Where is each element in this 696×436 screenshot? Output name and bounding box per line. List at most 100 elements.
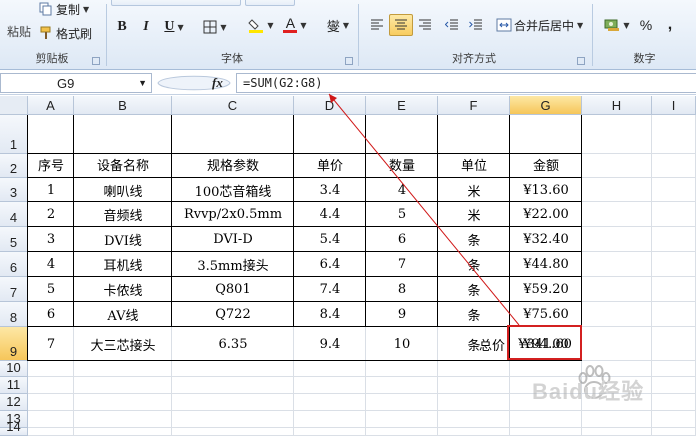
table-cell[interactable]: 7: [366, 252, 438, 277]
table-cell[interactable]: 喇叭线: [74, 178, 172, 202]
table-cell[interactable]: 3.4: [294, 178, 366, 202]
table-cell[interactable]: 米: [438, 202, 510, 227]
table-cell[interactable]: 6.35: [172, 327, 294, 361]
chevron-down-icon[interactable]: ▼: [138, 78, 147, 88]
table-cell[interactable]: Q801: [172, 277, 294, 302]
font-color-button[interactable]: A ▼: [279, 14, 311, 36]
align-left-button[interactable]: [365, 14, 389, 36]
copy-button[interactable]: 复制 ▼: [38, 0, 100, 18]
table-header-cell[interactable]: 序号: [28, 154, 74, 178]
table-cell[interactable]: 10: [366, 327, 438, 361]
row-header-11[interactable]: 11: [0, 377, 28, 394]
column-header-g[interactable]: G: [510, 96, 582, 115]
table-cell[interactable]: Q722: [172, 302, 294, 327]
formula-input[interactable]: =SUM(G2:G8): [236, 73, 696, 93]
table-cell[interactable]: ¥75.60: [510, 302, 582, 327]
borders-button[interactable]: ▼: [199, 16, 231, 38]
row-header-3[interactable]: 3: [0, 178, 28, 202]
table-cell[interactable]: ¥32.40: [510, 227, 582, 252]
table-header-cell[interactable]: 设备名称: [74, 154, 172, 178]
table-cell[interactable]: 6.4: [294, 252, 366, 277]
table-cell[interactable]: 2: [28, 202, 74, 227]
merge-center-button[interactable]: 合并后居中 ▼: [495, 14, 587, 36]
clipboard-launcher-icon[interactable]: [92, 57, 100, 65]
table-cell[interactable]: 6: [366, 227, 438, 252]
row-header-7[interactable]: 7: [0, 277, 28, 302]
increase-indent-button[interactable]: [465, 14, 487, 36]
table-cell[interactable]: 5: [28, 277, 74, 302]
table-cell[interactable]: 条: [438, 302, 510, 327]
select-all-button[interactable]: [0, 96, 28, 115]
table-cell[interactable]: 9: [366, 302, 438, 327]
table-header-cell[interactable]: 规格参数: [172, 154, 294, 178]
row-header-4[interactable]: 4: [0, 202, 28, 227]
table-cell[interactable]: 100芯音箱线: [172, 178, 294, 202]
underline-button[interactable]: U ▼: [159, 16, 189, 38]
font-launcher-icon[interactable]: [345, 57, 353, 65]
table-cell[interactable]: 3.5mm接头: [172, 252, 294, 277]
name-box[interactable]: G9 ▼: [0, 73, 152, 93]
column-header-c[interactable]: C: [172, 96, 294, 115]
table-cell[interactable]: 4: [366, 178, 438, 202]
table-cell[interactable]: 4: [28, 252, 74, 277]
paste-button[interactable]: 粘贴: [2, 4, 36, 44]
alignment-launcher-icon[interactable]: [577, 57, 585, 65]
format-painter-button[interactable]: 格式刷: [38, 24, 102, 42]
total-label[interactable]: 总价: [470, 329, 508, 359]
table-cell[interactable]: 5: [366, 202, 438, 227]
font-name-select[interactable]: [111, 0, 241, 6]
table-header-cell[interactable]: 单价: [294, 154, 366, 178]
font-size-select[interactable]: [245, 0, 295, 6]
column-header-h[interactable]: H: [582, 96, 652, 115]
row-header-14[interactable]: 14: [0, 419, 28, 436]
phonetic-guide-button[interactable]: 燮 ▼: [321, 14, 355, 36]
table-cell[interactable]: 8: [366, 277, 438, 302]
table-cell[interactable]: 6: [28, 302, 74, 327]
row-header-9[interactable]: 9: [0, 327, 28, 361]
table-header-cell[interactable]: 单位: [438, 154, 510, 178]
align-right-button[interactable]: [413, 14, 437, 36]
table-cell[interactable]: ¥44.80: [510, 252, 582, 277]
table-cell[interactable]: AV线: [74, 302, 172, 327]
row-header-1[interactable]: 1: [0, 115, 28, 154]
comma-style-button[interactable]: ,: [659, 14, 681, 36]
row-header-6[interactable]: 6: [0, 252, 28, 277]
column-header-f[interactable]: F: [438, 96, 510, 115]
row-header-8[interactable]: 8: [0, 302, 28, 327]
table-cell[interactable]: 耳机线: [74, 252, 172, 277]
table-cell[interactable]: DVI-D: [172, 227, 294, 252]
table-cell[interactable]: 4.4: [294, 202, 366, 227]
table-cell[interactable]: 大三芯接头: [74, 327, 172, 361]
column-header-b[interactable]: B: [74, 96, 172, 115]
table-cell[interactable]: 3: [28, 227, 74, 252]
fill-color-button[interactable]: ▼: [245, 14, 277, 36]
table-cell[interactable]: DVI线: [74, 227, 172, 252]
table-cell[interactable]: 音频线: [74, 202, 172, 227]
row-header-2[interactable]: 2: [0, 154, 28, 178]
column-header-a[interactable]: A: [28, 96, 74, 115]
table-cell[interactable]: 卡侬线: [74, 277, 172, 302]
bold-button[interactable]: B: [111, 16, 133, 38]
table-cell[interactable]: 条: [438, 252, 510, 277]
table-header-cell[interactable]: 金额: [510, 154, 582, 178]
align-center-button[interactable]: [389, 14, 413, 36]
table-cell[interactable]: 条: [438, 227, 510, 252]
table-cell[interactable]: 7.4: [294, 277, 366, 302]
column-header-d[interactable]: D: [294, 96, 366, 115]
table-cell[interactable]: 5.4: [294, 227, 366, 252]
table-cell[interactable]: ¥22.00: [510, 202, 582, 227]
decrease-indent-button[interactable]: [441, 14, 463, 36]
percent-style-button[interactable]: %: [635, 14, 657, 36]
table-cell[interactable]: Rvvp/2x0.5mm: [172, 202, 294, 227]
accounting-format-button[interactable]: ▼: [601, 14, 633, 36]
table-cell[interactable]: 7: [28, 327, 74, 361]
row-header-12[interactable]: 12: [0, 394, 28, 411]
table-cell[interactable]: 9.4: [294, 327, 366, 361]
column-header-e[interactable]: E: [366, 96, 438, 115]
table-cell[interactable]: 8.4: [294, 302, 366, 327]
table-cell[interactable]: 条: [438, 277, 510, 302]
insert-function-icon[interactable]: fx: [212, 75, 223, 91]
row-header-10[interactable]: 10: [0, 360, 28, 377]
row-header-5[interactable]: 5: [0, 227, 28, 252]
table-cell[interactable]: 1: [28, 178, 74, 202]
